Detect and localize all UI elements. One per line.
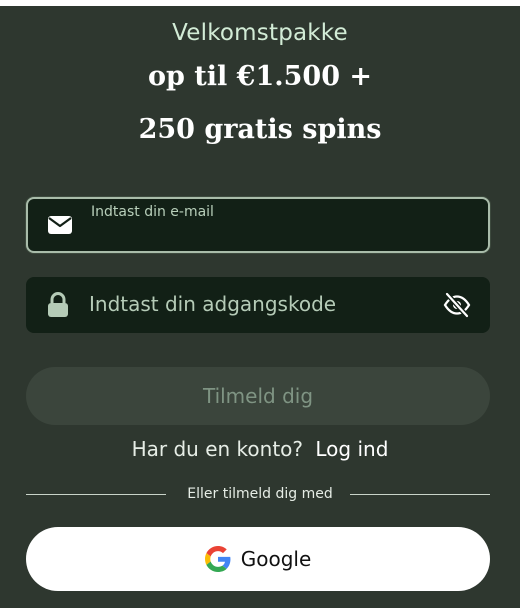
login-row: Har du en konto? Log ind [0,437,520,461]
promo-headline-line1: op til €1.500 + [147,61,373,92]
email-input[interactable] [91,223,451,247]
google-signup-button[interactable]: Google [26,527,490,591]
login-prompt: Har du en konto? [131,437,304,461]
google-logo-icon [204,546,231,572]
divider-right [350,494,490,495]
login-link[interactable]: Log ind [315,437,388,461]
eye-slash-icon[interactable] [442,291,472,319]
password-field[interactable] [26,277,490,333]
top-edge [0,0,520,6]
email-field[interactable]: Indtast din e-mail [26,197,490,253]
email-label: Indtast din e-mail [91,204,214,220]
promo-headline-line2: 250 gratis spins [138,114,382,145]
signup-button[interactable]: Tilmeld dig [26,367,490,425]
lock-icon [44,291,72,319]
promo-subtitle: Velkomstpakke [172,20,348,46]
password-input[interactable] [89,289,449,319]
google-label: Google [240,547,312,571]
envelope-icon [46,211,74,239]
signup-panel: Velkomstpakke op til €1.500 + 250 gratis… [0,0,520,608]
